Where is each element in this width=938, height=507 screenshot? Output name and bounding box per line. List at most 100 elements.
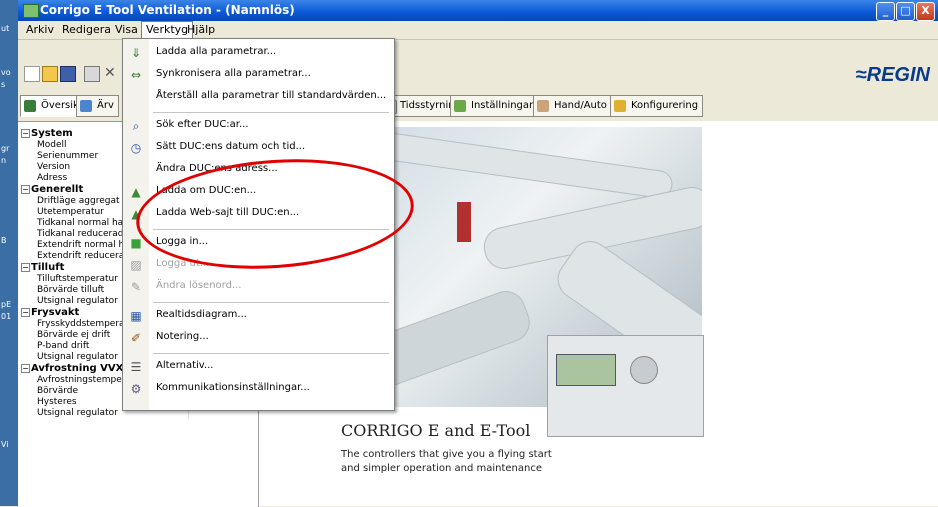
communication-icon: ⚙	[130, 382, 142, 396]
menu-item-label: Realtidsdiagram...	[156, 309, 247, 320]
tab-konfigurering[interactable]: Konfigurering	[610, 95, 704, 117]
controller-lcd	[556, 354, 616, 386]
tree-label: Utsignal regulator	[37, 352, 118, 362]
menu-item-label: Kommunikationsinställningar...	[156, 382, 310, 393]
menu-item-label: Logga ut...	[156, 258, 210, 269]
menu-item-label: Ladda Web-sajt till DUC:en...	[156, 207, 300, 218]
menu-item[interactable]: ⇔ Synkronisera alla parametrar...	[123, 65, 394, 85]
menu-item-label: Logga in...	[156, 236, 209, 247]
options-icon: ☰	[130, 360, 142, 374]
menu-item[interactable]: ⚙ Kommunikationsinställningar...	[123, 379, 394, 399]
menu-item[interactable]: Ändra DUC:ens adress...	[123, 160, 394, 180]
binoculars-icon: ⌕	[132, 119, 140, 133]
tree-label: Driftläge aggregat	[37, 196, 120, 206]
desktop-icon-label[interactable]: s	[1, 80, 5, 89]
menu-item: ✎ Ändra lösenord...	[123, 277, 394, 297]
tab-label: Inställningar	[471, 100, 534, 111]
menu-item[interactable]: ▦ Realtidsdiagram...	[123, 306, 394, 326]
menu-item[interactable]: ☰ Alternativ...	[123, 357, 394, 377]
collapse-icon[interactable]: −	[21, 308, 30, 317]
login-icon: ■	[130, 236, 142, 250]
collapse-icon[interactable]: −	[21, 185, 30, 194]
menu-item[interactable]: ⌕ Sök efter DUC:ar...	[123, 116, 394, 136]
menu-redigera[interactable]: Redigera	[58, 22, 115, 38]
menu-item-label: Sök efter DUC:ar...	[156, 119, 249, 130]
tab-label: Hand/Auto	[554, 100, 607, 111]
password-icon: ✎	[130, 280, 142, 294]
desktop-icon-label[interactable]: vo	[1, 68, 11, 77]
menu-item[interactable]: ▲ Ladda om DUC:en...	[123, 182, 394, 202]
tree-label: Frysvakt	[31, 307, 80, 318]
tab-arv[interactable]: Ärv	[76, 95, 119, 117]
tab-label: Konfigurering	[631, 100, 699, 111]
tab-hand-auto[interactable]: Hand/Auto	[533, 95, 612, 117]
brand-title: CORRIGO E and E-Tool	[341, 421, 531, 440]
menu-item[interactable]: ◷ Sätt DUC:ens datum och tid...	[123, 138, 394, 158]
menu-item-label: Ladda alla parametrar...	[156, 46, 277, 57]
menu-item[interactable]: ▲ Ladda Web-sajt till DUC:en...	[123, 204, 394, 224]
brand-subtitle: The controllers that give you a flying s…	[341, 449, 552, 460]
tab-installningar[interactable]: Inställningar	[450, 95, 539, 117]
menu-hjalp[interactable]: Hjälp	[183, 22, 219, 38]
brand-subtitle: and simpler operation and maintenance	[341, 463, 542, 474]
menu-item-label: Synkronisera alla parametrar...	[156, 68, 311, 79]
verktyg-menu: ⇓ Ladda alla parametrar... ⇔ Synkronisera a…	[122, 38, 395, 411]
menu-item[interactable]: ■ Logga in...	[123, 233, 394, 253]
menu-separator	[153, 302, 389, 303]
menu-item[interactable]: ⇓ Ladda alla parametrar...	[123, 43, 394, 63]
collapse-icon[interactable]: −	[21, 263, 30, 272]
desktop-icon-label[interactable]: B	[1, 236, 7, 245]
tree-label: Tidkanal normal has	[37, 218, 128, 228]
controller-device-image	[547, 335, 704, 437]
maximize-button[interactable]: □	[896, 2, 915, 21]
menu-item[interactable]: Återställ alla parametrar till standardv…	[123, 87, 394, 107]
configure-icon	[614, 100, 626, 112]
desktop-icon-label[interactable]: 01	[1, 312, 11, 321]
save-icon[interactable]	[60, 66, 76, 82]
menu-separator	[153, 353, 389, 354]
open-folder-icon[interactable]	[42, 66, 58, 82]
chart-icon: ▦	[130, 309, 142, 323]
tree-label: Serienummer	[37, 151, 99, 161]
print-icon[interactable]	[84, 66, 100, 82]
close-button[interactable]: X	[916, 2, 935, 21]
menu-item[interactable]: ✐ Notering...	[123, 328, 394, 348]
desktop-icon-label[interactable]: ut	[1, 24, 9, 33]
new-file-icon[interactable]	[24, 66, 40, 82]
title-bar: Corrigo E Tool Ventilation - (Namnlös) _…	[18, 0, 938, 21]
desktop-icon-label[interactable]: n	[1, 156, 6, 165]
tree-label: P-band drift	[37, 341, 90, 351]
menu-item-label: Notering...	[156, 331, 209, 342]
overview-icon	[24, 100, 36, 112]
cut-icon[interactable]: ✕	[104, 66, 118, 80]
menu-item-label: Sätt DUC:ens datum och tid...	[156, 141, 306, 152]
desktop-icon-label[interactable]: pE	[1, 300, 11, 309]
tree-label: Version	[37, 162, 71, 172]
tree-label: System	[31, 128, 73, 139]
collapse-icon[interactable]: −	[21, 129, 30, 138]
settings-icon	[454, 100, 466, 112]
hand-icon	[537, 100, 549, 112]
menu-item-label: Ladda om DUC:en...	[156, 185, 257, 196]
desktop-icon-label[interactable]: Vi	[1, 440, 9, 449]
minimize-button[interactable]: _	[876, 2, 895, 21]
menu-arkiv[interactable]: Arkiv	[22, 22, 58, 38]
upload-web-icon: ▲	[131, 207, 141, 221]
tree-label: Utsignal regulator	[37, 408, 118, 418]
menu-item-label: Ändra lösenord...	[156, 280, 242, 291]
collapse-icon[interactable]: −	[21, 364, 30, 373]
tree-label: Hysteres	[37, 397, 77, 407]
download-params-icon: ⇓	[130, 46, 142, 60]
tree-label: Tilluft	[31, 262, 65, 273]
tree-label: Generellt	[31, 184, 84, 195]
desktop-icon-label[interactable]: gr	[1, 144, 9, 153]
menu-separator	[153, 112, 389, 113]
menu-item-label: Återställ alla parametrar till standardv…	[156, 90, 387, 101]
app-window: Corrigo E Tool Ventilation - (Namnlös) _…	[18, 0, 938, 507]
menu-separator	[153, 229, 389, 230]
menu-visa[interactable]: Visa	[111, 22, 142, 38]
tree-label: Extendrift normal ha	[37, 240, 130, 250]
sync-arrows-icon: ⇔	[130, 68, 142, 82]
menu-item-label: Ändra DUC:ens adress...	[156, 163, 278, 174]
tab-label: Ärv	[97, 100, 114, 111]
